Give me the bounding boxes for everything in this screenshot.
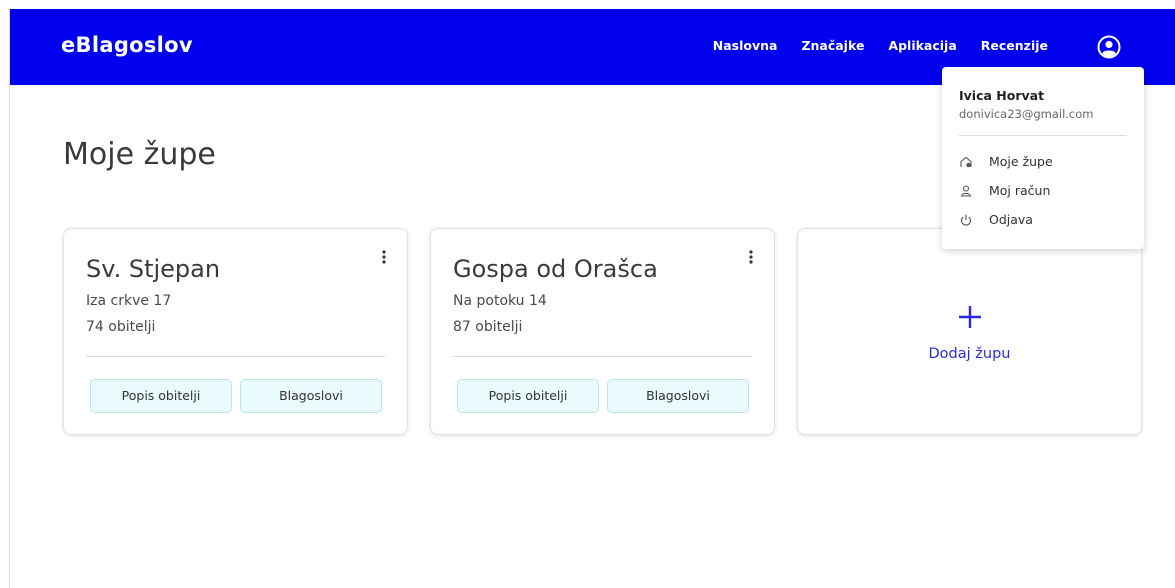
account-circle-icon[interactable] [1097, 35, 1121, 59]
parish-card: Sv. Stjepan Iza crkve 17 74 obitelji Pop… [63, 228, 408, 435]
menu-item-label: Moje župe [989, 153, 1053, 169]
dropdown-divider [959, 135, 1127, 136]
parish-card: Gospa od Orašca Na potoku 14 87 obitelji… [430, 228, 775, 435]
card-actions: Popis obitelji Blagoslovi [457, 379, 749, 413]
add-parish-label: Dodaj župu [928, 346, 1011, 362]
menu-item-label: Odjava [989, 211, 1033, 227]
add-parish-card[interactable]: Dodaj župu [797, 228, 1142, 435]
menu-item-label: Moj račun [989, 182, 1051, 198]
parish-family-count: 87 obitelji [453, 319, 523, 335]
menu-item-my-parishes[interactable]: Moje župe [959, 151, 1053, 171]
page-title: Moje župe [63, 137, 216, 172]
power-icon [959, 212, 973, 226]
brand-logo[interactable]: eBlagoslov [61, 33, 193, 57]
card-actions: Popis obitelji Blagoslovi [90, 379, 382, 413]
parish-name: Sv. Stjepan [86, 255, 221, 283]
parish-name: Gospa od Orašca [453, 255, 658, 283]
blessings-button[interactable]: Blagoslovi [607, 379, 749, 413]
plus-icon [957, 304, 983, 330]
card-divider [86, 356, 385, 357]
family-list-button[interactable]: Popis obitelji [90, 379, 232, 413]
parish-address: Na potoku 14 [453, 293, 547, 309]
nav-link-recenzije[interactable]: Recenzije [981, 38, 1048, 53]
nav-link-znacajke[interactable]: Značajke [801, 38, 864, 53]
more-vert-icon[interactable] [379, 247, 389, 267]
blessings-button[interactable]: Blagoslovi [240, 379, 382, 413]
app-window: eBlagoslov Naslovna Značajke Aplikacija … [9, 9, 1175, 588]
nav-links: Naslovna Značajke Aplikacija Recenzije [689, 38, 1048, 53]
menu-item-logout[interactable]: Odjava [959, 209, 1033, 229]
more-vert-icon[interactable] [746, 247, 756, 267]
family-list-button[interactable]: Popis obitelji [457, 379, 599, 413]
parish-address: Iza crkve 17 [86, 293, 172, 309]
account-dropdown: Ivica Horvat donivica23@gmail.com Moje ž… [942, 67, 1144, 249]
parish-family-count: 74 obitelji [86, 319, 156, 335]
card-divider [453, 356, 752, 357]
user-email: donivica23@gmail.com [959, 107, 1094, 121]
menu-item-my-account[interactable]: Moj račun [959, 180, 1050, 200]
nav-link-aplikacija[interactable]: Aplikacija [888, 38, 956, 53]
nav-link-naslovna[interactable]: Naslovna [713, 38, 778, 53]
user-icon [959, 183, 973, 197]
user-name: Ivica Horvat [959, 88, 1045, 103]
church-icon [959, 154, 973, 168]
